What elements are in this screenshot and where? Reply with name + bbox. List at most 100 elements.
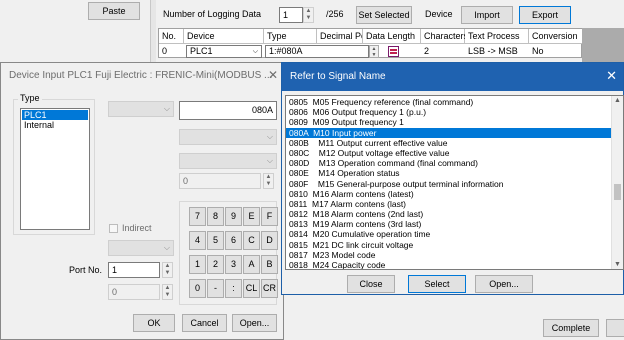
open-button[interactable]: Open... [232, 314, 277, 332]
key-a[interactable]: A [243, 255, 260, 274]
type-item-plc1[interactable]: PLC1 [22, 110, 88, 120]
chevron-down-icon: ⌵ [163, 104, 170, 113]
port-input[interactable]: 1 [108, 262, 160, 278]
type-group-label: Type [18, 93, 42, 103]
logging-spin[interactable]: ▲ ▼ [303, 7, 314, 23]
key-2[interactable]: 2 [207, 255, 224, 274]
address-input[interactable]: 080A [179, 101, 277, 120]
key-7[interactable]: 7 [189, 207, 206, 226]
key-e[interactable]: E [243, 207, 260, 226]
row-type-input[interactable]: 1:#080A [265, 45, 369, 58]
right-scroll-strip [150, 0, 156, 62]
device-input-titlebar: Device Input PLC1 Fuji Electric : FRENIC… [1, 63, 283, 89]
key-9[interactable]: 9 [225, 207, 242, 226]
select-button[interactable]: Select [408, 275, 466, 293]
row-no: 0 [162, 46, 168, 56]
key-f[interactable]: F [261, 207, 278, 226]
list-item[interactable]: 0810 M16 Alarm contens (latest) [286, 189, 611, 199]
row-text-process: LSB -> MSB [468, 46, 518, 56]
key-5[interactable]: 5 [207, 231, 224, 250]
key-8[interactable]: 8 [207, 207, 224, 226]
key-3[interactable]: 3 [225, 255, 242, 274]
signal-titlebar: Refer to Signal Name [282, 63, 623, 91]
open-button[interactable]: Open... [475, 275, 533, 293]
list-item[interactable]: 0813 M19 Alarm contens (3rd last) [286, 219, 611, 229]
logging-max-label: /256 [326, 9, 344, 19]
key-c[interactable]: C [243, 231, 260, 250]
list-item[interactable]: 080C M12 Output voltage effective value [286, 148, 611, 158]
grid-header-type: Type [264, 29, 317, 43]
table-row[interactable]: 0 PLC1 ⌵ 1:#080A ▲ ▼ 2 LSB -> MSB No [159, 44, 583, 59]
extra-button-stub[interactable] [606, 319, 624, 337]
ok-button[interactable]: OK [133, 314, 175, 332]
key-cl[interactable]: CL [243, 279, 260, 298]
grid-header-decimal: Decimal Po [317, 29, 363, 43]
device-combo[interactable]: ⌵ [108, 101, 174, 117]
key-d[interactable]: D [261, 231, 278, 250]
bit-spin[interactable]: ▲ ▼ [263, 173, 274, 189]
type-item-internal[interactable]: Internal [22, 120, 88, 130]
signal-title: Refer to Signal Name [290, 71, 386, 82]
signal-list[interactable]: 0805 M05 Frequency reference (final comm… [285, 95, 624, 270]
key-1[interactable]: 1 [189, 255, 206, 274]
list-item[interactable]: 0811 M17 Alarm contens (last) [286, 199, 611, 209]
list-item[interactable]: 0806 M06 Output frequency 1 (p.u.) [286, 107, 611, 117]
chevron-down-icon: ⌵ [252, 48, 258, 55]
list-item[interactable]: 0814 M20 Cumulative operation time [286, 229, 611, 239]
logging-count-input[interactable]: 1 [279, 7, 303, 23]
import-button[interactable]: Import [461, 6, 513, 24]
close-icon[interactable]: ✕ [268, 68, 278, 82]
type-group: Type PLC1 Internal [13, 93, 95, 235]
row-spin[interactable]: ▲ ▼ [369, 45, 379, 58]
port-sub-spin[interactable]: ▲ ▼ [162, 284, 173, 300]
indirect-checkbox[interactable] [109, 224, 118, 233]
chevron-down-icon[interactable]: ▼ [614, 261, 621, 268]
list-item[interactable]: 0817 M23 Model code [286, 250, 611, 260]
list-item[interactable]: 080D M13 Operation command (final comman… [286, 158, 611, 168]
complete-button[interactable]: Complete [543, 319, 599, 337]
list-item[interactable]: 0805 M05 Frequency reference (final comm… [286, 97, 611, 107]
signal-scrollbar[interactable]: ▲ ▼ [611, 96, 623, 269]
list-item-selected[interactable]: 080A M10 Input power [286, 127, 611, 138]
indirect-combo[interactable]: ⌵ [108, 240, 174, 256]
sub-combo-2[interactable]: ⌵ [179, 153, 277, 169]
sub-combo-1[interactable]: ⌵ [179, 129, 277, 145]
list-item[interactable]: 0809 M09 Output frequency 1 [286, 117, 611, 127]
close-icon[interactable]: ✕ [606, 68, 617, 84]
port-spin[interactable]: ▲ ▼ [162, 262, 173, 278]
list-item[interactable]: 0815 M21 DC link circuit voltage [286, 240, 611, 250]
keypad: 7 8 9 E F 4 5 6 C D 1 2 3 A B 0 - : CL C… [179, 201, 278, 305]
port-sub-input[interactable]: 0 [108, 284, 160, 300]
list-item[interactable]: 0812 M18 Alarm contens (2nd last) [286, 209, 611, 219]
scroll-thumb[interactable] [614, 184, 621, 200]
list-item[interactable]: 0818 M24 Capacity code [286, 260, 611, 269]
type-list[interactable]: PLC1 Internal [20, 108, 90, 230]
export-button[interactable]: Export [519, 6, 571, 24]
list-item[interactable]: 080E M14 Operation status [286, 168, 611, 178]
cancel-button[interactable]: Cancel [182, 314, 227, 332]
signal-items: 0805 M05 Frequency reference (final comm… [286, 97, 611, 269]
bit-input[interactable]: 0 [179, 173, 261, 189]
key-b[interactable]: B [261, 255, 278, 274]
key-4[interactable]: 4 [189, 231, 206, 250]
paste-button[interactable]: Paste [88, 2, 140, 20]
close-button[interactable]: Close [347, 275, 395, 293]
signal-dialog: Refer to Signal Name ✕ 0805 M05 Frequenc… [281, 62, 624, 295]
set-selected-button[interactable]: Set Selected [356, 6, 412, 24]
row-device-value: PLC1 [190, 46, 213, 56]
key-minus[interactable]: - [207, 279, 224, 298]
key-0[interactable]: 0 [189, 279, 206, 298]
key-colon[interactable]: : [225, 279, 242, 298]
port-label: Port No. [69, 265, 103, 275]
indirect-label: Indirect [122, 223, 152, 233]
key-6[interactable]: 6 [225, 231, 242, 250]
logging-label: Number of Logging Data [163, 9, 262, 19]
chevron-up-icon[interactable]: ▲ [614, 97, 621, 104]
list-item[interactable]: 080B M11 Output current effective value [286, 138, 611, 148]
chevron-down-icon: ⌵ [163, 243, 170, 252]
row-device-combo[interactable]: PLC1 ⌵ [186, 45, 262, 58]
keypad-icon[interactable] [388, 46, 399, 57]
grid-header-characters: Characters [421, 29, 468, 43]
key-cr[interactable]: CR [261, 279, 278, 298]
list-item[interactable]: 080F M15 General-purpose output terminal… [286, 179, 611, 189]
